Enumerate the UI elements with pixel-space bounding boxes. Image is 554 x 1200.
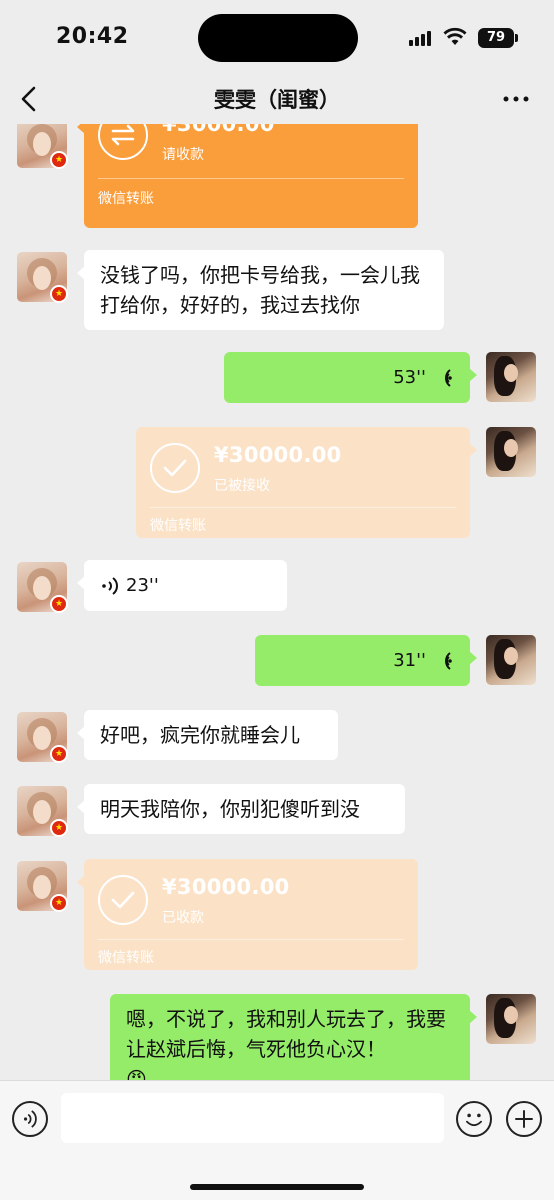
transfer-status: 已被接收 xyxy=(214,478,270,494)
message-bubble[interactable]: 嗯，不说了，我和别人玩去了，我要让赵斌后悔，气死他负心汉！ 😡 xyxy=(110,994,477,1080)
chat-title: 雯雯（闺蜜） xyxy=(214,88,340,112)
signal-icon xyxy=(409,30,435,46)
chat-area[interactable]: ★ ¥3000.00 请收款 微信转账 ★ 没钱了吗，你把卡号给我，一会儿我打给… xyxy=(0,124,554,1080)
my-avatar[interactable] xyxy=(486,994,536,1044)
transfer-amount: ¥3000.00 xyxy=(162,124,275,136)
transfer-amount: ¥30000.00 xyxy=(162,875,290,899)
voice-wave-icon xyxy=(102,576,118,595)
flag-badge: ★ xyxy=(50,595,68,613)
message-text: 嗯，不说了，我和别人玩去了，我要让赵斌后悔，气死他负心汉！ xyxy=(126,1007,446,1061)
plus-icon[interactable] xyxy=(506,1101,542,1137)
transfer-card[interactable]: ¥3000.00 请收款 微信转账 xyxy=(77,124,418,228)
voice-duration: 53'' xyxy=(393,366,426,388)
message-input[interactable] xyxy=(61,1093,444,1143)
transfer-amount: ¥30000.00 xyxy=(214,443,342,467)
voice-message[interactable]: 23'' xyxy=(77,560,287,611)
message-bubble[interactable]: 明天我陪你，你别犯傻听到没 xyxy=(77,784,405,834)
check-icon xyxy=(150,443,200,493)
message-bubble[interactable]: 好吧，疯完你就睡会儿 xyxy=(77,710,338,760)
transfer-icon xyxy=(98,124,148,160)
transfer-footer: 微信转账 xyxy=(98,950,154,966)
flag-badge: ★ xyxy=(50,285,68,303)
voice-message[interactable]: 31'' xyxy=(255,635,477,686)
my-avatar[interactable] xyxy=(486,635,536,685)
transfer-card[interactable]: ¥30000.00 已收款 微信转账 xyxy=(77,859,418,970)
transfer-status: 请收款 xyxy=(162,147,204,163)
flag-badge: ★ xyxy=(50,894,68,912)
transfer-status: 已收款 xyxy=(162,910,204,926)
transfer-divider xyxy=(98,939,404,940)
transfer-divider xyxy=(150,507,456,508)
flag-badge: ★ xyxy=(50,745,68,763)
chat-header: 雯雯（闺蜜） xyxy=(0,74,554,124)
voice-message[interactable]: 53'' xyxy=(224,352,477,403)
check-icon xyxy=(98,875,148,925)
transfer-footer: 微信转账 xyxy=(98,191,154,207)
transfer-card[interactable]: ¥30000.00 已被接收 微信转账 xyxy=(136,427,477,538)
emoji: 😡 xyxy=(126,1067,147,1080)
transfer-divider xyxy=(98,178,404,179)
voice-wave-icon xyxy=(445,651,452,670)
more-icon[interactable] xyxy=(500,84,532,114)
flag-badge: ★ xyxy=(50,819,68,837)
voice-input-icon[interactable] xyxy=(12,1101,48,1137)
status-bar: 20:42 79 xyxy=(0,0,554,74)
voice-wave-icon xyxy=(445,368,452,387)
home-indicator xyxy=(190,1184,364,1190)
emoji-icon[interactable] xyxy=(456,1101,492,1137)
dynamic-island xyxy=(198,14,358,62)
flag-badge: ★ xyxy=(50,151,68,169)
wifi-icon xyxy=(443,27,467,45)
battery-indicator: 79 xyxy=(478,28,514,48)
voice-duration: 23'' xyxy=(126,574,159,596)
status-time: 20:42 xyxy=(56,24,129,49)
input-bar xyxy=(0,1080,554,1200)
battery-tip xyxy=(515,34,518,42)
voice-duration: 31'' xyxy=(393,649,426,671)
my-avatar[interactable] xyxy=(486,427,536,477)
message-bubble[interactable]: 没钱了吗，你把卡号给我，一会儿我打给你，好好的，我过去找你 xyxy=(77,250,444,330)
my-avatar[interactable] xyxy=(486,352,536,402)
transfer-footer: 微信转账 xyxy=(150,518,206,534)
